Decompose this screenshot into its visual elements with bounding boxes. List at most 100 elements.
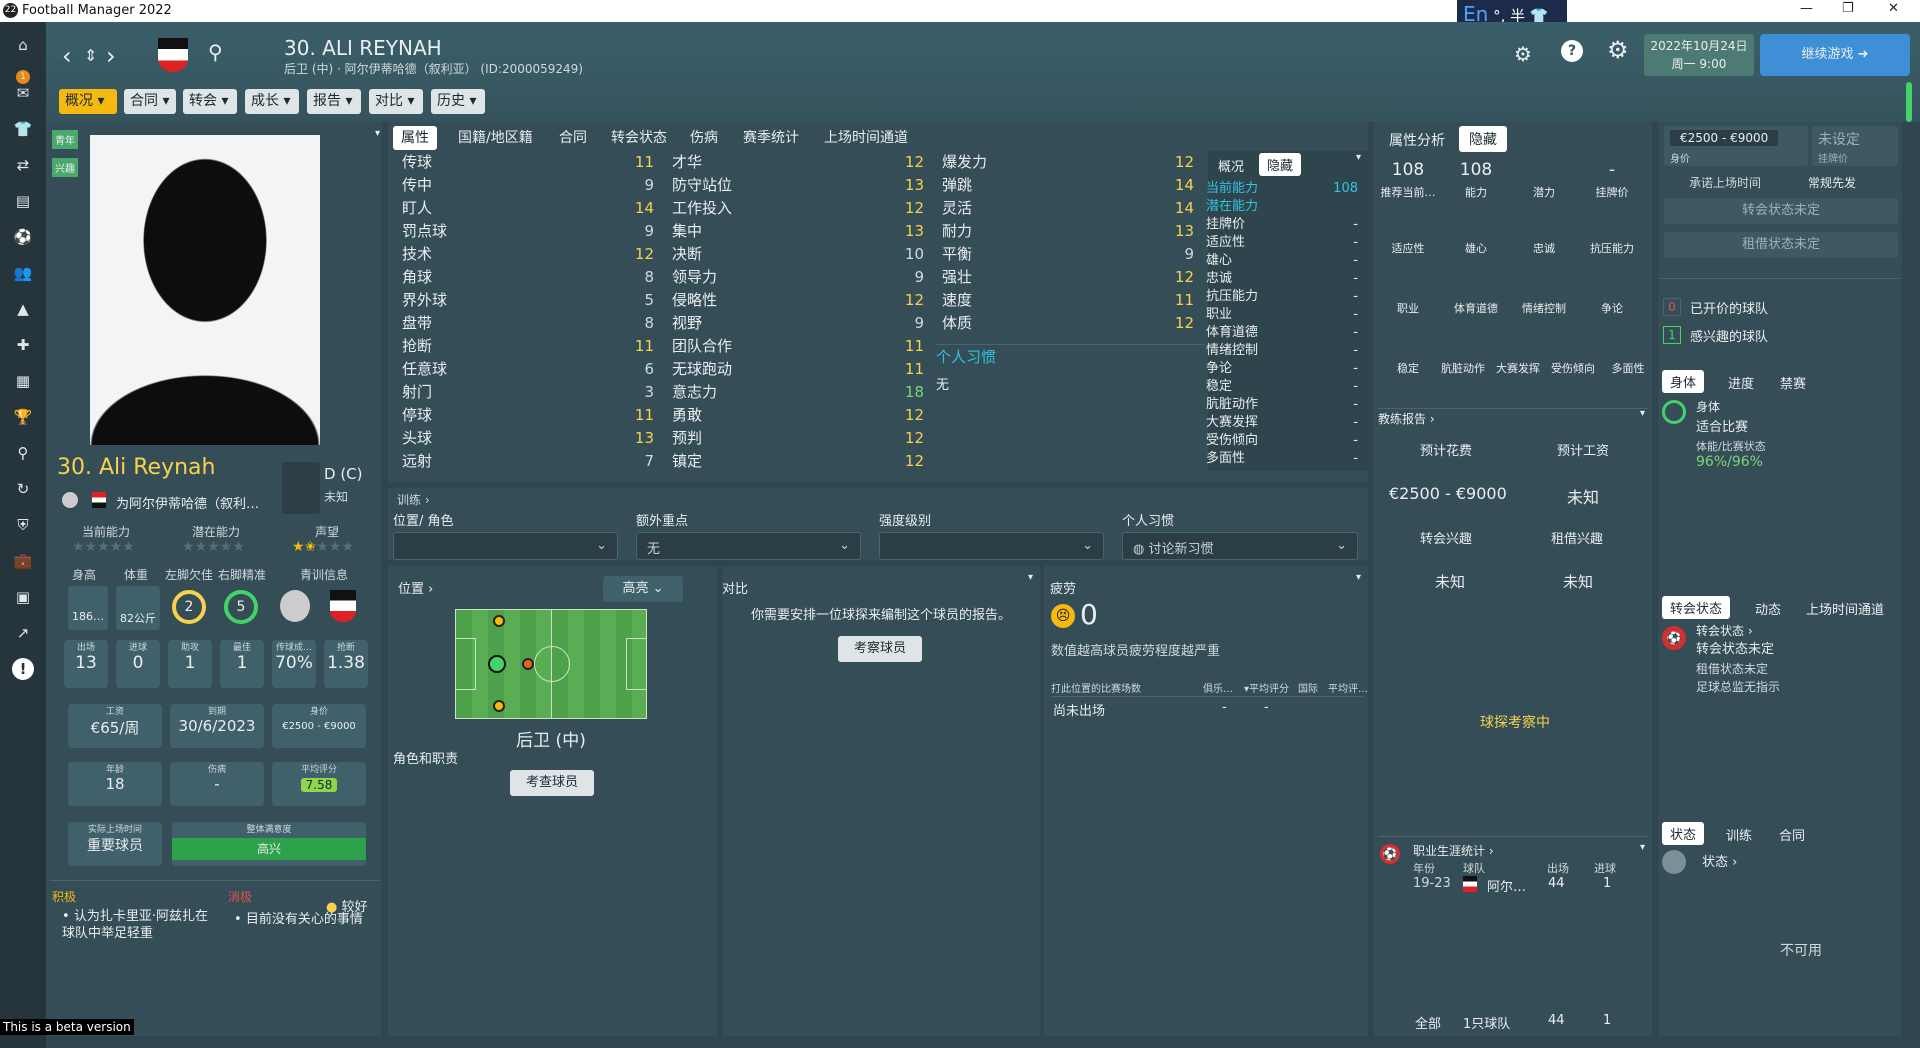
attribute-row[interactable]: 传球 11 [402, 151, 654, 174]
forward-icon[interactable]: › [106, 42, 116, 70]
help-icon[interactable]: ? [1561, 40, 1583, 62]
tab-contract-sub[interactable]: 合同 [559, 126, 587, 150]
hidden-attr-row[interactable]: 雄心 - [1206, 252, 1366, 270]
attribute-row[interactable]: 射门 3 [402, 381, 654, 404]
attribute-row[interactable]: 远射 7 [402, 450, 654, 473]
transfer-icon[interactable]: ⇄ [12, 154, 34, 176]
squad-icon[interactable]: 👕 [12, 118, 34, 140]
tab-development[interactable]: 成长 ▾ [245, 89, 299, 114]
report-icon[interactable]: ▣ [12, 586, 34, 608]
club-text[interactable]: 为阿尔伊蒂哈德（叙利… [116, 493, 259, 512]
attribute-row[interactable]: 传中 9 [402, 174, 654, 197]
club-icon[interactable]: ⚙ [1514, 42, 1532, 66]
career-dropdown-icon[interactable]: ▾ [1640, 842, 1645, 853]
attribute-row[interactable]: 速度 11 [942, 289, 1194, 312]
home-icon[interactable]: ⌂ [12, 34, 34, 56]
scrollbar-thumb[interactable] [1906, 82, 1912, 122]
attribute-row[interactable]: 决断 10 [672, 243, 924, 266]
attribute-row[interactable]: 无球跑动 11 [672, 358, 924, 381]
collapse-icon[interactable]: ▾ [375, 128, 380, 139]
attribute-row[interactable]: 盯人 14 [402, 197, 654, 220]
tab-transfer-state[interactable]: 转会状态 [1662, 596, 1731, 619]
tab-playing-time[interactable]: 上场时间通道 [824, 126, 908, 150]
training-label[interactable]: 训练 › [397, 491, 430, 508]
scout-report-label[interactable]: 教练报告 › [1378, 410, 1435, 427]
tab-overview[interactable]: 概况 ▾ [59, 89, 117, 114]
attribute-row[interactable]: 集中 13 [672, 220, 924, 243]
inspect-player-button[interactable]: 考查球员 [510, 770, 594, 796]
hidden-attr-row[interactable]: 忠诚 - [1206, 270, 1366, 288]
hidden-tab-hidden[interactable]: 隐藏 [1259, 153, 1302, 176]
staff-icon[interactable]: 👥 [12, 262, 34, 284]
trend-icon[interactable]: ↗ [12, 622, 34, 644]
form-label[interactable]: 状态 › [1702, 851, 1737, 870]
attribute-row[interactable]: 工作投入 12 [672, 197, 924, 220]
minimize-button[interactable]: — [1800, 1, 1813, 16]
attribute-row[interactable]: 头球 13 [402, 427, 654, 450]
attribute-row[interactable]: 镇定 12 [672, 450, 924, 473]
attribute-row[interactable]: 界外球 5 [402, 289, 654, 312]
hidden-attr-row[interactable]: 情绪控制 - [1206, 342, 1366, 360]
hidden-attr-row[interactable]: 挂牌价 - [1206, 216, 1366, 234]
promise-playing-time[interactable]: 承诺上场时间 [1689, 174, 1761, 191]
tab-playtime-path[interactable]: 上场时间通道 [1806, 599, 1884, 618]
train-habits-select[interactable]: ◍ 讨论新习惯 ⌄ [1122, 532, 1358, 560]
career-team[interactable]: 阿尔… [1487, 876, 1526, 895]
tab-injuries[interactable]: 伤病 [690, 126, 718, 150]
hidden-attr-row[interactable]: 多面性 - [1206, 450, 1366, 468]
tab-reports[interactable]: 报告 ▾ [307, 89, 361, 114]
hidden-attr-row[interactable]: 稳定 - [1206, 378, 1366, 396]
inbox-icon[interactable]: ✉ [12, 82, 34, 104]
tab-training-sub[interactable]: 训练 [1726, 825, 1752, 844]
shield-icon[interactable]: ⛨ [12, 514, 34, 536]
medical-icon[interactable]: ✚ [12, 334, 34, 356]
career-label[interactable]: 职业生涯统计 › [1413, 842, 1494, 859]
settings-icon[interactable]: ⚙ [1607, 36, 1629, 64]
train-pos-select[interactable]: ⌄ [393, 532, 618, 560]
compare-dropdown-icon[interactable]: ▾ [1028, 572, 1033, 583]
highlight-select[interactable]: 高亮 ⌄ [603, 576, 683, 602]
tab-history[interactable]: 历史 ▾ [431, 89, 485, 114]
finance-icon[interactable]: 💼 [12, 550, 34, 572]
train-focus-select[interactable]: 无 ⌄ [636, 532, 861, 560]
analysis-hidden-tab[interactable]: 隐藏 [1459, 126, 1507, 152]
hidden-attr-row[interactable]: 抗压能力 - [1206, 288, 1366, 306]
tactics-icon[interactable]: ▤ [12, 190, 34, 212]
scout-player-button[interactable]: 考察球员 [838, 636, 922, 662]
match-icon[interactable]: ⚽ [12, 226, 34, 248]
attribute-row[interactable]: 体质 12 [942, 312, 1194, 335]
attribute-row[interactable]: 抢断 11 [402, 335, 654, 358]
hidden-attr-row[interactable]: 潜在能力 [1206, 198, 1366, 216]
ime-indicator[interactable]: En °, 半 👕 [1457, 0, 1567, 26]
attribute-row[interactable]: 侵略性 12 [672, 289, 924, 312]
tab-compare[interactable]: 对比 ▾ [369, 89, 423, 114]
attribute-row[interactable]: 防守站位 13 [672, 174, 924, 197]
close-button[interactable]: ✕ [1888, 1, 1899, 16]
tab-dynamics[interactable]: 动态 [1755, 599, 1781, 618]
hidden-tab-overview[interactable]: 概况 [1218, 156, 1244, 175]
attribute-row[interactable]: 才华 12 [672, 151, 924, 174]
attribute-row[interactable]: 灵活 14 [942, 197, 1194, 220]
tab-contract-right[interactable]: 合同 [1779, 825, 1805, 844]
tab-transfer-status[interactable]: 转会状态 [611, 126, 667, 150]
tab-season-stats[interactable]: 赛季统计 [743, 126, 799, 150]
attribute-row[interactable]: 领导力 9 [672, 266, 924, 289]
tab-transfer[interactable]: 转会 ▾ [183, 89, 237, 114]
hidden-attr-row[interactable]: 受伤倾向 - [1206, 432, 1366, 450]
attribute-row[interactable]: 耐力 13 [942, 220, 1194, 243]
tab-nationality[interactable]: 国籍/地区籍 [458, 126, 533, 150]
hidden-attr-row[interactable]: 肮脏动作 - [1206, 396, 1366, 414]
attribute-row[interactable]: 爆发力 12 [942, 151, 1194, 174]
hidden-dropdown-icon[interactable]: ▾ [1356, 152, 1361, 163]
tab-form[interactable]: 状态 [1662, 822, 1705, 845]
attribute-row[interactable]: 任意球 6 [402, 358, 654, 381]
attribute-row[interactable]: 平衡 9 [942, 243, 1194, 266]
offers-label[interactable]: 已开价的球队 [1690, 298, 1768, 317]
club-crest-icon[interactable] [158, 38, 188, 72]
attribute-row[interactable]: 勇敢 12 [672, 404, 924, 427]
attribute-row[interactable]: 团队合作 11 [672, 335, 924, 358]
continue-button[interactable]: 继续游戏 ➜ [1760, 34, 1910, 76]
attribute-row[interactable]: 强壮 12 [942, 266, 1194, 289]
tab-attributes[interactable]: 属性 [393, 126, 437, 150]
loan-status-button[interactable]: 租借状态未定 [1664, 232, 1898, 258]
